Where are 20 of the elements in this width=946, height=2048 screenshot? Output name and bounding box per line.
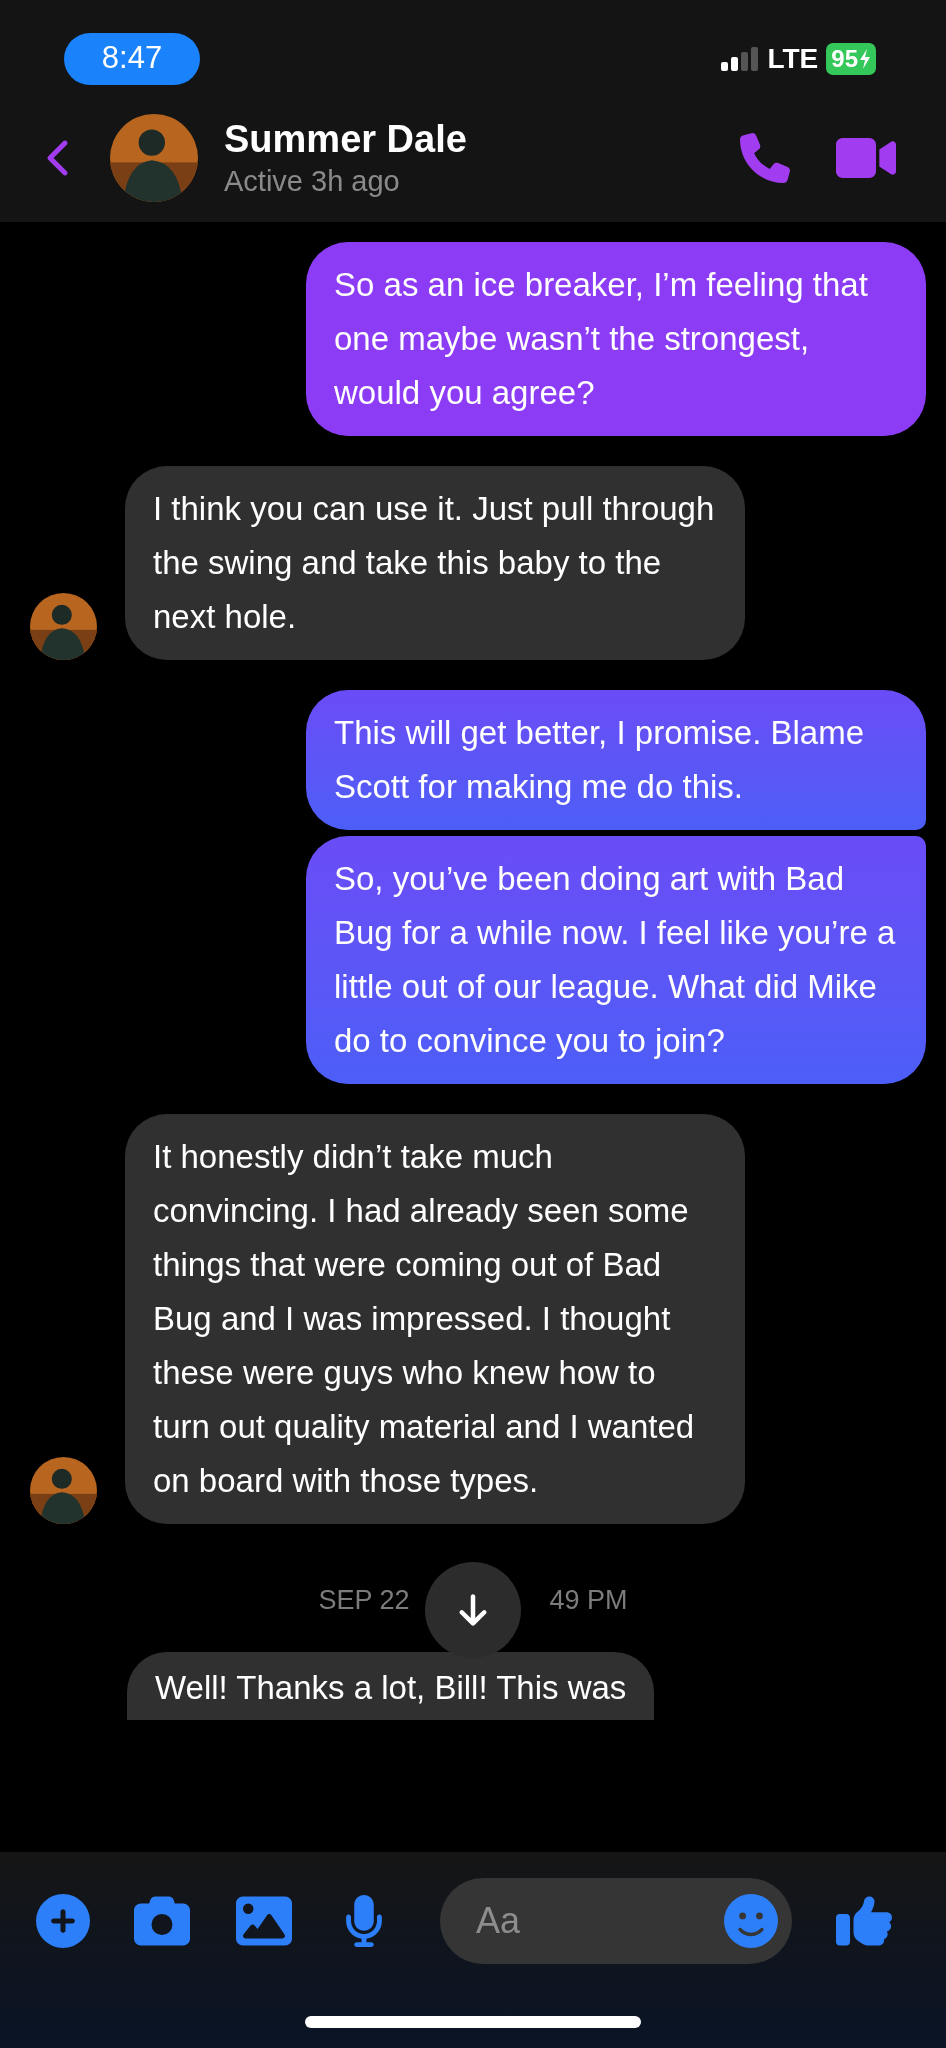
message-text: It honestly didn’t take much convincing. I had already seen some things that were coming out of Bad Bug and I was impressed. I thought these were guys who knew how to turn out quality material and I wanted on board with those types.	[153, 1137, 696, 1501]
message-text: So as an ice breaker, I’m feeling that one maybe wasn’t the strongest, would you agree?	[334, 265, 869, 413]
like-button[interactable]	[836, 1893, 892, 1949]
emoji-icon[interactable]	[724, 1894, 778, 1948]
network-label: LTE	[767, 41, 819, 76]
received-message: Well! Thanks a lot, Bill! This was	[127, 1652, 655, 1720]
timestamp: 49 PM	[549, 1583, 628, 1617]
active-status: Active 3h ago	[224, 164, 401, 199]
signal-icon	[721, 46, 760, 71]
phone-call-button[interactable]	[740, 133, 790, 183]
battery-indicator: 95	[826, 42, 876, 75]
message-field[interactable]: Aa	[440, 1878, 792, 1964]
text-input[interactable]: Aa	[476, 1894, 724, 1948]
time-pill: 8:47	[64, 32, 200, 85]
contact-name: Summer Dale	[224, 117, 468, 162]
add-button[interactable]	[36, 1894, 90, 1948]
timestamp: SEP 22	[318, 1583, 410, 1617]
message-text: So, you’ve been doing art with Bad Bug for a while now. I feel like you’re a little out of our league. What did Mike do to convince you to join?	[334, 859, 897, 1061]
message-text: I think you can use it. Just pull through the swing and take this baby to the next hole.	[153, 489, 716, 637]
message-text: This will get better, I promise. Blame Scott for making me do this.	[334, 713, 866, 807]
